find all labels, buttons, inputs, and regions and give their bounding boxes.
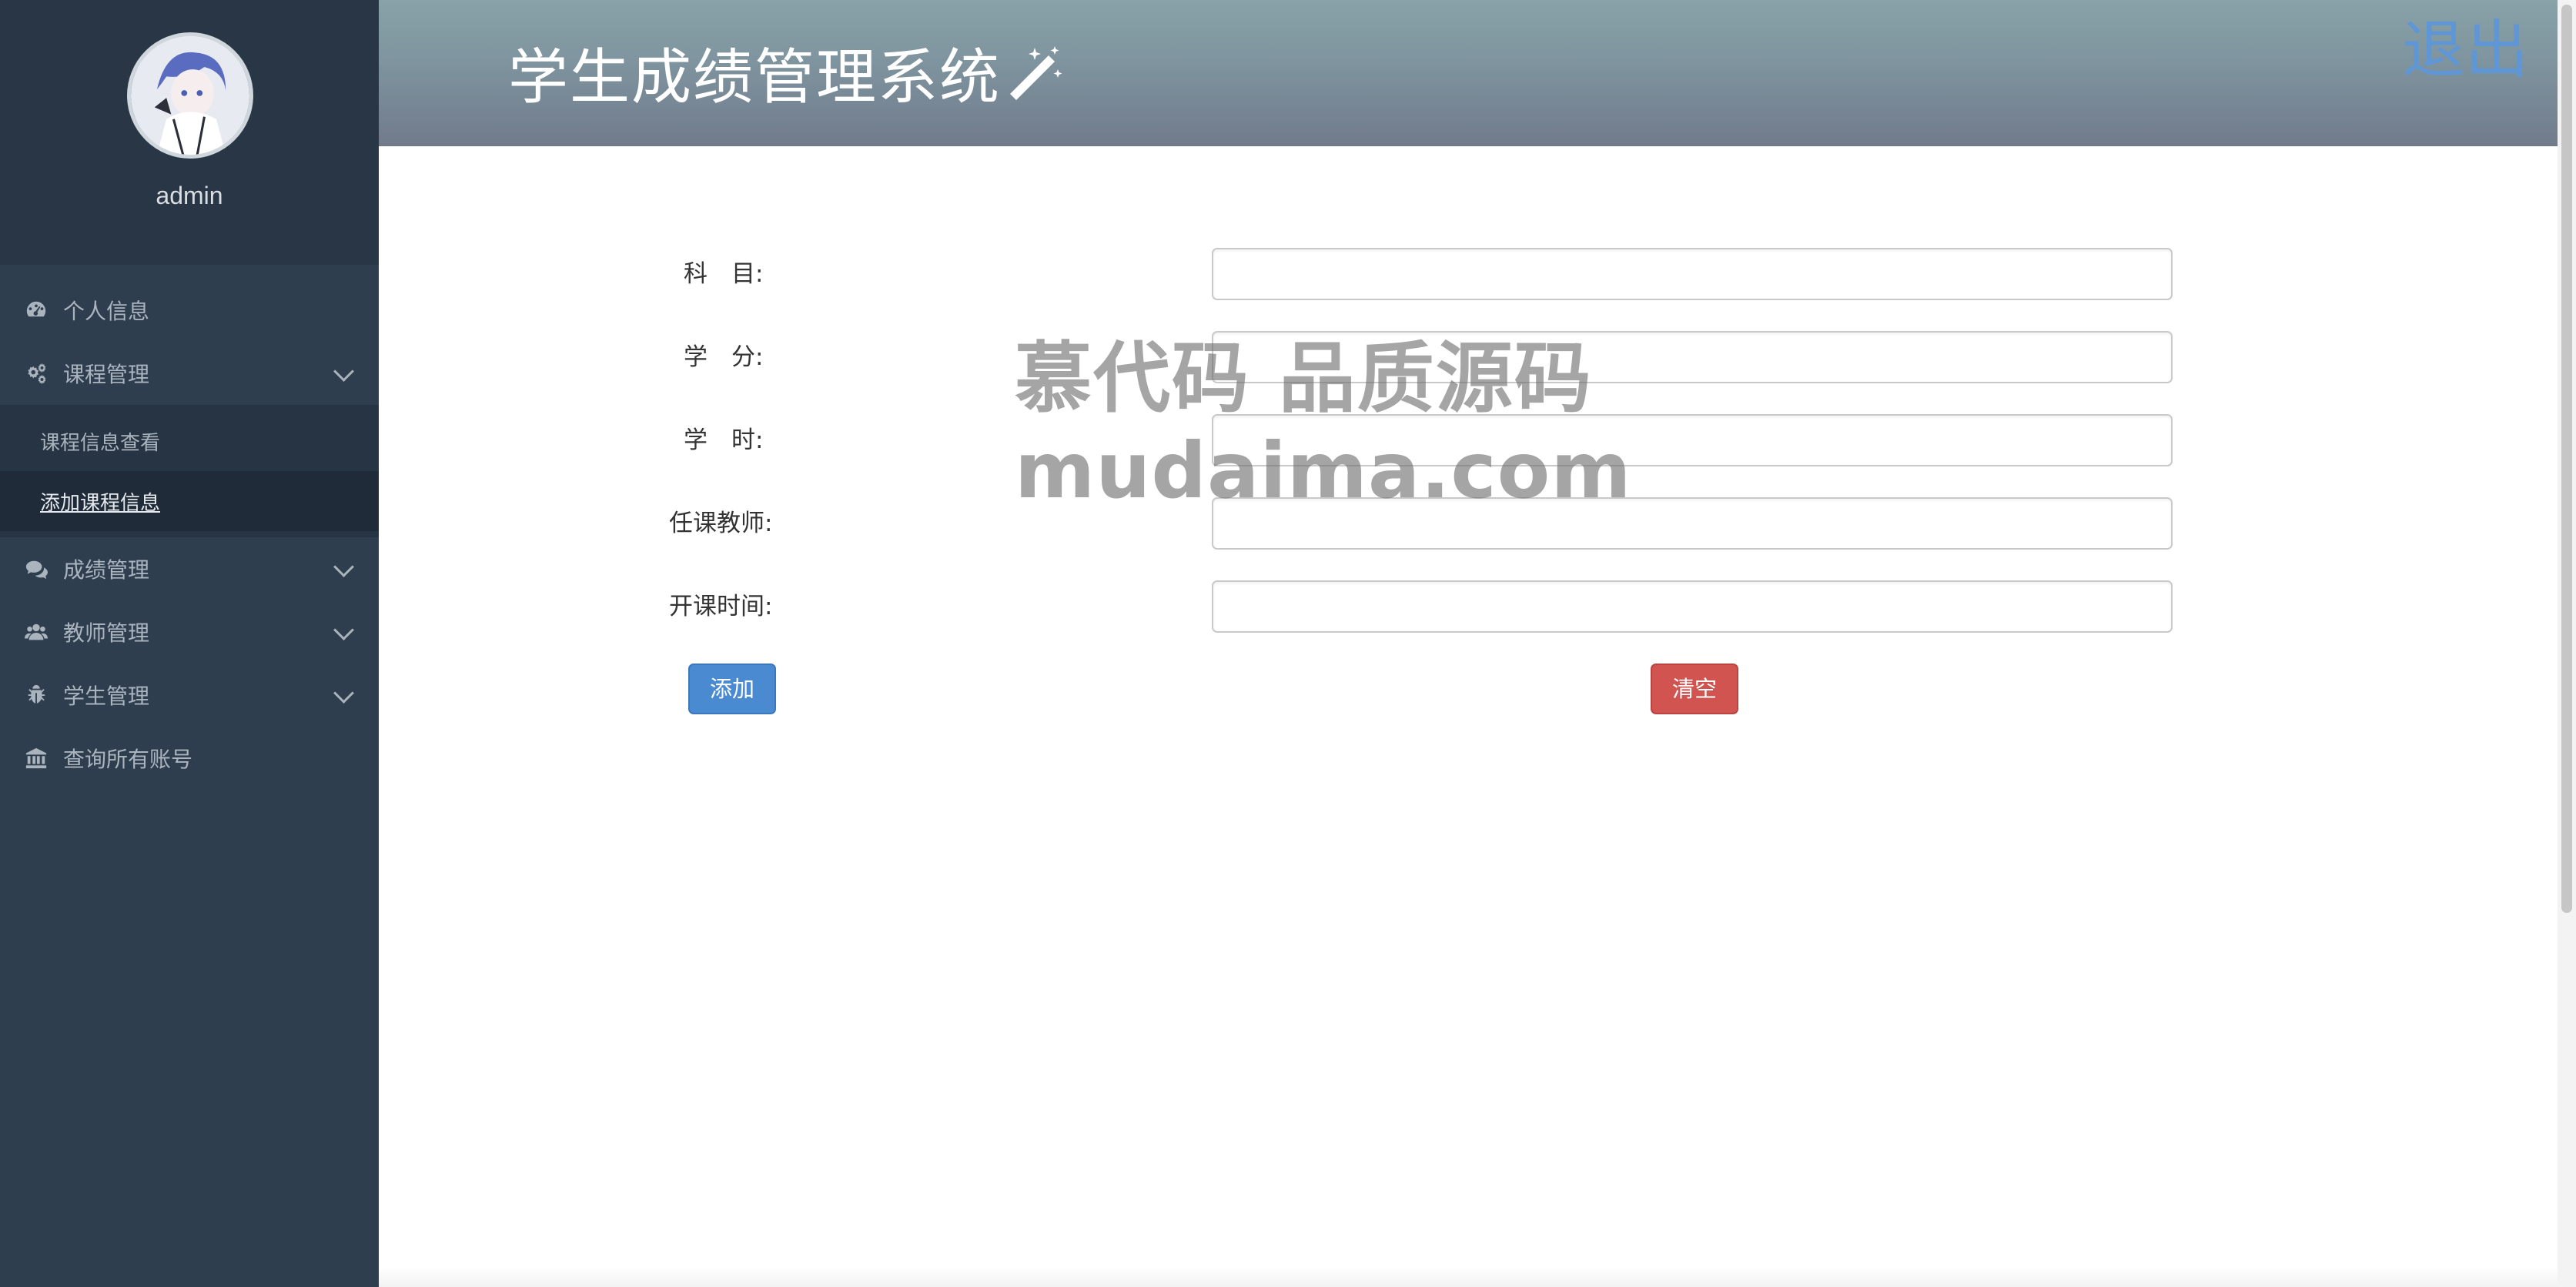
- chevron-down-icon: [333, 683, 354, 704]
- chevron-down-icon: [333, 620, 354, 640]
- gears-icon: [23, 360, 49, 386]
- credit-input[interactable]: [1212, 331, 2173, 383]
- submenu-item-label: 课程信息查看: [40, 431, 161, 455]
- sidebar: admin 个人信息 课程管理 课程信息查看 添加课程信息 成绩管理 教师管理 …: [0, 0, 379, 1287]
- credit-label: 学 分:: [684, 343, 764, 371]
- page-title: 学生成绩管理系统: [508, 29, 1066, 115]
- form-row-hours: 学 时:: [379, 414, 2558, 466]
- sidebar-item-grade-management[interactable]: 成绩管理: [0, 537, 379, 600]
- form-row-credit: 学 分:: [379, 331, 2558, 383]
- sidebar-item-label: 成绩管理: [63, 557, 150, 583]
- profile-panel: admin: [0, 0, 379, 265]
- dashboard-icon: [23, 297, 49, 323]
- form-row-subject: 科 目:: [379, 248, 2558, 300]
- username: admin: [156, 182, 223, 209]
- top-header: 学生成绩管理系统 退出: [379, 0, 2558, 146]
- magic-wand-icon: [1010, 46, 1062, 100]
- sidebar-item-label: 个人信息: [63, 299, 150, 324]
- bug-icon: [23, 682, 49, 708]
- sidebar-item-label: 学生管理: [63, 684, 150, 709]
- users-icon: [23, 619, 49, 645]
- submenu-item-label: 添加课程信息: [40, 491, 161, 515]
- sidebar-item-personal-info[interactable]: 个人信息: [0, 279, 379, 342]
- sidebar-item-all-accounts[interactable]: 查询所有账号: [0, 727, 379, 790]
- submenu-item-view-course-info[interactable]: 课程信息查看: [0, 411, 379, 471]
- form-row-teacher: 任课教师:: [379, 497, 2558, 550]
- teacher-label: 任课教师:: [669, 510, 773, 537]
- submenu-item-add-course-info[interactable]: 添加课程信息: [0, 471, 379, 531]
- sidebar-item-label: 课程管理: [63, 362, 150, 387]
- start-time-input[interactable]: [1212, 580, 2173, 633]
- sidebar-item-course-management[interactable]: 课程管理: [0, 342, 379, 405]
- page-title-text: 学生成绩管理系统: [508, 43, 1002, 112]
- sidebar-item-label: 查询所有账号: [63, 747, 193, 772]
- hours-label: 学 时:: [684, 426, 764, 454]
- app-window: admin 个人信息 课程管理 课程信息查看 添加课程信息 成绩管理 教师管理 …: [0, 0, 2576, 1287]
- avatar-illustration-icon: [131, 36, 249, 155]
- course-submenu: 课程信息查看 添加课程信息: [0, 405, 379, 537]
- form-row-start-time: 开课时间:: [379, 580, 2558, 633]
- start-time-label: 开课时间:: [669, 593, 773, 620]
- clear-button[interactable]: 清空: [1651, 664, 1739, 714]
- comments-icon: [23, 556, 49, 582]
- logout-link[interactable]: 退出: [2402, 0, 2528, 90]
- scrollbar-thumb[interactable]: [2561, 5, 2572, 913]
- add-button[interactable]: 添加: [688, 664, 777, 714]
- bank-icon: [23, 745, 49, 771]
- hours-input[interactable]: [1212, 414, 2173, 466]
- sidebar-nav: 个人信息 课程管理 课程信息查看 添加课程信息 成绩管理 教师管理 学生管理 查…: [0, 279, 379, 790]
- teacher-input[interactable]: [1212, 497, 2173, 550]
- subject-label: 科 目:: [684, 260, 764, 288]
- chevron-down-icon: [333, 361, 354, 382]
- avatar[interactable]: [127, 32, 253, 159]
- sidebar-item-student-management[interactable]: 学生管理: [0, 664, 379, 727]
- subject-input[interactable]: [1212, 248, 2173, 300]
- sidebar-item-label: 教师管理: [63, 620, 150, 646]
- bottom-shade: [379, 1267, 2558, 1287]
- sidebar-item-teacher-management[interactable]: 教师管理: [0, 600, 379, 664]
- vertical-scrollbar[interactable]: [2558, 0, 2576, 1287]
- chevron-down-icon: [333, 557, 354, 577]
- add-course-form: 科 目: 学 分: 学 时: 任课教师: 开课时间: 添加 清空: [379, 146, 2558, 1287]
